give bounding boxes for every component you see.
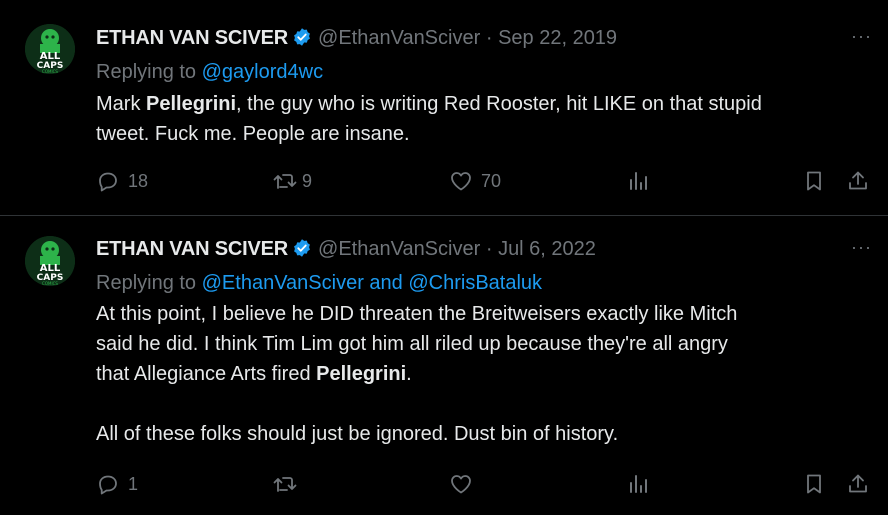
reply-button[interactable]: 1 xyxy=(96,469,138,499)
tweet-date[interactable]: Sep 22, 2019 xyxy=(498,27,617,49)
more-icon[interactable]: ··· xyxy=(851,237,872,258)
share-button[interactable] xyxy=(846,469,870,499)
tweet-text: At this point, I believe he DID threaten… xyxy=(96,299,876,449)
action-bar: 1 xyxy=(0,469,888,499)
heart-icon xyxy=(451,475,471,494)
text-segment: , the guy who is writing Red Rooster, hi… xyxy=(236,93,762,115)
text-line: tweet. Fuck me. People are insane. xyxy=(96,119,876,149)
reply-icon xyxy=(99,475,117,495)
replying-to: Replying to @EthanVanSciver and @ChrisBa… xyxy=(96,271,542,295)
reply-icon xyxy=(99,172,117,192)
bookmark-icon xyxy=(807,171,821,191)
display-name[interactable]: ETHAN VAN SCIVER xyxy=(96,238,288,260)
reply-count: 18 xyxy=(128,170,149,191)
retweet-icon xyxy=(273,174,297,189)
text-line: All of these folks should just be ignore… xyxy=(96,419,876,449)
tweet[interactable]: ALL CAPS COMICS ETHAN VAN SCIVER @EthanVa… xyxy=(0,0,888,216)
text-segment: said he did. I think Tim Lim got him all… xyxy=(96,333,728,355)
retweet-button[interactable]: 9 xyxy=(272,166,312,196)
verified-badge-icon xyxy=(292,238,312,264)
replying-to-link[interactable]: @gaylord4wc xyxy=(202,61,323,83)
share-button[interactable] xyxy=(846,166,870,196)
highlighted-term: Pellegrini xyxy=(146,93,237,115)
views-button[interactable] xyxy=(626,166,650,196)
separator-dot: · xyxy=(485,27,493,49)
tweet[interactable]: ALL CAPS COMICS ETHAN VAN SCIVER @EthanVa… xyxy=(0,216,888,515)
share-icon xyxy=(849,171,867,190)
retweet-count: 9 xyxy=(302,170,313,191)
svg-text:COMICS: COMICS xyxy=(42,69,58,74)
bookmark-icon xyxy=(807,474,821,494)
like-count: 70 xyxy=(481,170,502,191)
text-line: At this point, I believe he DID threaten… xyxy=(96,299,876,329)
text-segment: tweet. Fuck me. People are insane. xyxy=(96,123,410,145)
text-segment: that Allegiance Arts fired xyxy=(96,363,317,385)
text-line: Mark Pellegrini, the guy who is writing … xyxy=(96,89,876,119)
like-button[interactable] xyxy=(449,469,473,499)
highlighted-term: Pellegrini xyxy=(316,363,407,385)
avatar[interactable]: ALL CAPS COMICS xyxy=(25,24,75,74)
tweet-date[interactable]: Jul 6, 2022 xyxy=(498,238,596,260)
replying-to: Replying to @gaylord4wc xyxy=(96,60,323,84)
retweet-button[interactable] xyxy=(272,469,298,499)
reply-button[interactable]: 18 xyxy=(96,166,148,196)
replying-to-link[interactable]: @EthanVanSciver and @ChrisBataluk xyxy=(202,272,542,294)
tweet-text: Mark Pellegrini, the guy who is writing … xyxy=(96,89,876,149)
reply-count: 1 xyxy=(128,473,139,494)
views-chart-icon xyxy=(630,475,647,493)
user-handle[interactable]: @EthanVanSciver xyxy=(318,238,480,260)
separator-dot: · xyxy=(485,238,493,260)
retweet-icon xyxy=(273,477,297,492)
text-segment: At this point, I believe he DID threaten… xyxy=(96,303,738,325)
replying-label: Replying to xyxy=(96,61,197,83)
tweet-header: ETHAN VAN SCIVER @EthanVanSciver · Jul 6,… xyxy=(96,237,888,261)
tweet-header: ETHAN VAN SCIVER @EthanVanSciver · Sep 22… xyxy=(96,26,888,50)
text-segment: Mark xyxy=(96,93,146,115)
bookmark-button[interactable] xyxy=(802,166,826,196)
text-line: said he did. I think Tim Lim got him all… xyxy=(96,329,876,359)
avatar[interactable]: ALL CAPS COMICS xyxy=(25,236,75,286)
action-bar: 18 9 70 xyxy=(0,166,888,196)
more-icon[interactable]: ··· xyxy=(851,26,872,47)
svg-text:COMICS: COMICS xyxy=(42,281,58,286)
bookmark-button[interactable] xyxy=(802,469,826,499)
views-chart-icon xyxy=(630,172,647,190)
replying-label: Replying to xyxy=(96,272,197,294)
display-name[interactable]: ETHAN VAN SCIVER xyxy=(96,27,288,49)
views-button[interactable] xyxy=(626,469,650,499)
heart-icon xyxy=(451,172,471,191)
text-segment: All of these folks should just be ignore… xyxy=(96,423,619,445)
user-handle[interactable]: @EthanVanSciver xyxy=(318,27,480,49)
text-segment: . xyxy=(406,363,412,385)
verified-badge-icon xyxy=(292,27,312,53)
like-button[interactable]: 70 xyxy=(449,166,501,196)
text-line: that Allegiance Arts fired Pellegrini. xyxy=(96,359,876,389)
share-icon xyxy=(849,474,867,493)
